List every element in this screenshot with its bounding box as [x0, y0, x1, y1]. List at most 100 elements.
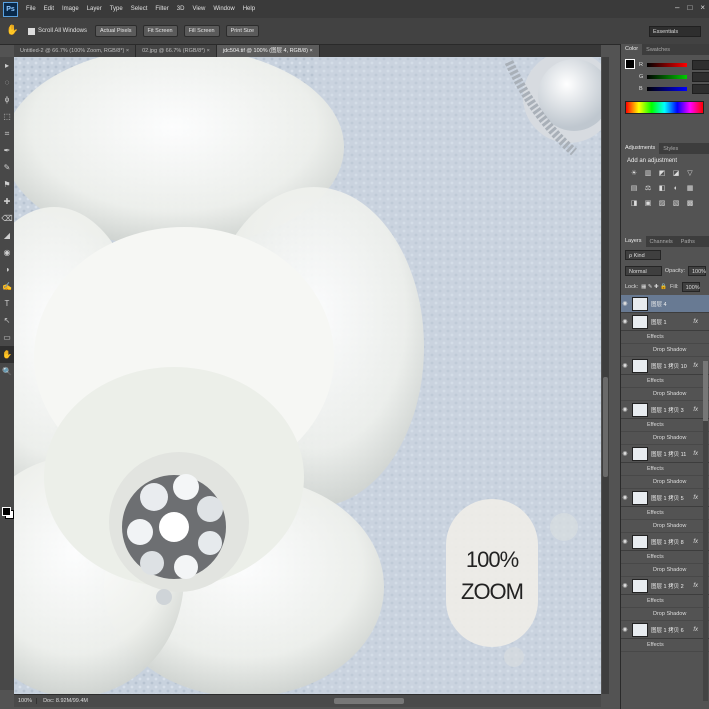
menu-select[interactable]: Select	[127, 6, 152, 12]
tab-layers[interactable]: Layers	[621, 236, 646, 247]
healing-brush-tool-icon[interactable]: ✎	[0, 159, 14, 176]
black-white-icon[interactable]: ◧	[657, 184, 667, 194]
layers-scroll-thumb[interactable]	[703, 361, 708, 421]
slider-b-track[interactable]	[647, 87, 687, 91]
color-slider-b[interactable]: B	[621, 83, 709, 95]
exposure-icon[interactable]: ◪	[671, 169, 681, 179]
eye-icon[interactable]: ◉	[621, 362, 629, 369]
layer-row[interactable]: ◉ 图层 1 拷贝 6 fx	[621, 621, 709, 639]
brush-tool-icon[interactable]: ⚑	[0, 176, 14, 193]
menu-file[interactable]: File	[22, 6, 40, 12]
slider-g-track[interactable]	[647, 75, 687, 79]
effects-row[interactable]: Effects	[621, 463, 709, 476]
effects-row[interactable]: Effects	[621, 419, 709, 432]
menu-edit[interactable]: Edit	[40, 6, 58, 12]
opacity-field[interactable]: 100%	[688, 266, 706, 276]
layers-scrollbar[interactable]	[703, 361, 708, 701]
levels-icon[interactable]: ▥	[643, 169, 653, 179]
drop-shadow-row[interactable]: Drop Shadow	[621, 564, 709, 577]
threshold-icon[interactable]: ▨	[657, 199, 667, 209]
drop-shadow-row[interactable]: Drop Shadow	[621, 476, 709, 489]
fx-icon[interactable]: fx	[693, 583, 698, 589]
menu-help[interactable]: Help	[239, 6, 259, 12]
document-canvas[interactable]: 100% ZOOM	[14, 57, 601, 694]
doc-tab-jdc504[interactable]: jdc504.tif @ 100% (图层 4, RGB/8) ×	[216, 45, 320, 57]
doc-tab-untitled[interactable]: Untitled-2 @ 66.7% (100% Zoom, RGB/8*) ×	[14, 45, 137, 57]
fill-screen-button[interactable]: Fill Screen	[183, 25, 220, 37]
photo-filter-icon[interactable]: ◐	[671, 184, 681, 194]
dodge-tool-icon[interactable]: ◑	[0, 261, 14, 278]
quick-select-tool-icon[interactable]: ⬚	[0, 108, 14, 125]
tab-channels[interactable]: Channels	[646, 239, 677, 245]
type-tool-icon[interactable]: T	[0, 295, 14, 312]
tab-adjustments[interactable]: Adjustments	[621, 143, 660, 154]
gradient-map-icon[interactable]: ▧	[671, 199, 681, 209]
eye-icon[interactable]: ◉	[621, 538, 629, 545]
gradient-tool-icon[interactable]: ◢	[0, 227, 14, 244]
shape-tool-icon[interactable]: ▭	[0, 329, 14, 346]
fit-screen-button[interactable]: Fit Screen	[142, 25, 178, 37]
layer-row[interactable]: ◉ 图层 1 拷贝 5 fx	[621, 489, 709, 507]
lasso-tool-icon[interactable]: ϕ	[0, 91, 14, 108]
effects-row[interactable]: Effects	[621, 639, 709, 652]
slider-r-value-field[interactable]	[692, 60, 709, 70]
eye-icon[interactable]: ◉	[621, 626, 629, 633]
hand-tool-active-icon[interactable]: ✋	[0, 346, 14, 363]
actual-pixels-button[interactable]: Actual Pixels	[95, 25, 137, 37]
color-balance-icon[interactable]: ⚖	[643, 184, 653, 194]
menu-3d[interactable]: 3D	[173, 6, 189, 12]
close-icon[interactable]: ×	[700, 3, 705, 12]
status-zoom-level[interactable]: 100%	[14, 698, 36, 704]
effects-row[interactable]: Effects	[621, 551, 709, 564]
tab-color[interactable]: Color	[621, 44, 643, 55]
layer-row[interactable]: ◉ 图层 4	[621, 295, 709, 313]
drop-shadow-row[interactable]: Drop Shadow	[621, 520, 709, 533]
fx-icon[interactable]: fx	[693, 319, 698, 325]
canvas-vertical-scrollbar[interactable]	[602, 57, 609, 694]
slider-g-value-field[interactable]	[692, 72, 709, 82]
effects-row[interactable]: Effects	[621, 375, 709, 388]
hand-tool-icon[interactable]: ✋	[6, 24, 20, 38]
zoom-tool-icon[interactable]: 🔍	[0, 363, 14, 380]
curves-icon[interactable]: ◩	[657, 169, 667, 179]
fx-icon[interactable]: fx	[693, 363, 698, 369]
eye-icon[interactable]: ◉	[621, 450, 629, 457]
menu-type[interactable]: Type	[106, 6, 127, 12]
layer-row[interactable]: ◉ 图层 1 fx	[621, 313, 709, 331]
effects-row[interactable]: Effects	[621, 331, 709, 344]
selective-color-icon[interactable]: ▩	[685, 199, 695, 209]
canvas-vertical-scroll-thumb[interactable]	[603, 377, 608, 477]
move-tool-icon[interactable]: ▸	[0, 57, 14, 74]
fx-icon[interactable]: fx	[693, 407, 698, 413]
drop-shadow-row[interactable]: Drop Shadow	[621, 388, 709, 401]
eye-icon[interactable]: ◉	[621, 300, 629, 307]
drop-shadow-row[interactable]: Drop Shadow	[621, 344, 709, 357]
path-select-tool-icon[interactable]: ↖	[0, 312, 14, 329]
menu-filter[interactable]: Filter	[151, 6, 172, 12]
color-fg-swatch[interactable]	[625, 59, 635, 69]
layer-row[interactable]: ◉ 图层 1 拷贝 8 fx	[621, 533, 709, 551]
print-size-button[interactable]: Print Size	[225, 25, 260, 37]
minimize-icon[interactable]: –	[675, 3, 679, 12]
menu-view[interactable]: View	[188, 6, 209, 12]
fill-field[interactable]: 100%	[681, 282, 700, 292]
vibrance-icon[interactable]: ▽	[685, 169, 695, 179]
canvas-horizontal-scroll-thumb[interactable]	[334, 698, 404, 704]
eyedropper-tool-icon[interactable]: ✒	[0, 142, 14, 159]
tab-styles[interactable]: Styles	[659, 146, 682, 152]
workspace-select[interactable]: Essentials	[649, 26, 701, 37]
color-spectrum-bar[interactable]	[625, 101, 704, 114]
menu-layer[interactable]: Layer	[83, 6, 106, 12]
drop-shadow-row[interactable]: Drop Shadow	[621, 608, 709, 621]
marquee-tool-icon[interactable]: ◌	[0, 74, 14, 91]
menu-window[interactable]: Window	[209, 6, 238, 12]
doc-tab-02jpg[interactable]: 02.jpg @ 66.7% (RGB/8*) ×	[136, 45, 217, 57]
blur-tool-icon[interactable]: ◉	[0, 244, 14, 261]
drop-shadow-row[interactable]: Drop Shadow	[621, 432, 709, 445]
fx-icon[interactable]: fx	[693, 627, 698, 633]
effects-row[interactable]: Effects	[621, 507, 709, 520]
tab-swatches[interactable]: Swatches	[642, 47, 674, 53]
layer-row[interactable]: ◉ 图层 1 拷贝 3 fx	[621, 401, 709, 419]
layer-kind-filter[interactable]: ρ Kind	[625, 250, 661, 260]
fx-icon[interactable]: fx	[693, 539, 698, 545]
